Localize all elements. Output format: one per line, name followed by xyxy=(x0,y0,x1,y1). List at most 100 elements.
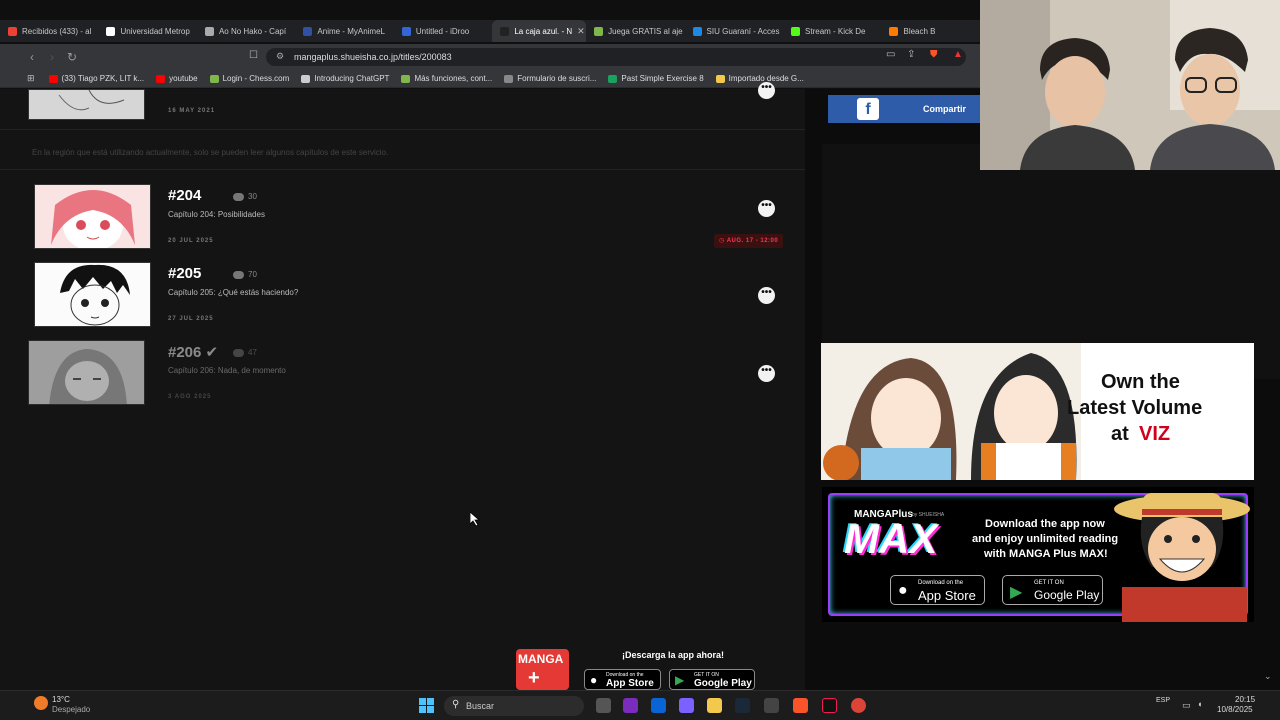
manga-app-logo[interactable]: MANGA + xyxy=(516,649,569,690)
region-notice: En la región que está utilizando actualm… xyxy=(32,148,389,157)
tab-favicon-icon xyxy=(594,26,604,36)
outlook-icon[interactable] xyxy=(651,698,666,713)
clock-icon: ◷ xyxy=(719,238,725,244)
weather-icon[interactable] xyxy=(34,696,48,710)
weather-temp[interactable]: 13°C xyxy=(52,695,70,704)
chapter-title[interactable]: Capítulo 205: ¿Qué estás haciendo? xyxy=(168,288,298,297)
tiktok-icon[interactable] xyxy=(822,698,837,713)
bookmark-item[interactable]: (33) Tiago PZK, LIT k... xyxy=(48,74,144,83)
divider xyxy=(0,129,805,130)
plus-icon: + xyxy=(528,667,540,689)
bookmark-item[interactable]: youtube xyxy=(156,74,198,83)
steam-icon[interactable] xyxy=(735,698,750,713)
site-info-icon[interactable]: ⚙ xyxy=(276,51,284,62)
browser-tab[interactable]: Recibidos (433) - al xyxy=(0,20,98,42)
bookmark-label: Past Simple Exercise 8 xyxy=(621,74,704,83)
browser-tab[interactable]: Ao No Hako - Capí xyxy=(197,20,295,42)
chapter-number[interactable]: #206 ✔ xyxy=(168,343,218,361)
url-input[interactable]: ⚙ mangaplus.shueisha.co.jp/titles/200083 xyxy=(266,48,966,66)
weather-text[interactable]: Despejado xyxy=(52,705,90,714)
browser-tab[interactable]: SIU Guaraní - Acces xyxy=(685,20,783,42)
windows-start-icon[interactable] xyxy=(419,698,434,713)
clock-date[interactable]: 10/8/2025 xyxy=(1217,705,1253,714)
chapter-number[interactable]: #204 xyxy=(168,187,201,204)
language-indicator[interactable]: ESP xyxy=(1156,697,1170,704)
forward-icon[interactable]: › xyxy=(42,50,62,64)
share-page-icon[interactable]: ⇪ xyxy=(907,49,915,60)
chapter-thumbnail[interactable] xyxy=(28,89,145,120)
tab-label: Untitled - iDroo xyxy=(415,26,470,36)
bookmark-item[interactable]: Más funciones, cont... xyxy=(401,74,492,83)
bookmarks-bar: ⊞ (33) Tiago PZK, LIT k... youtube Login -… xyxy=(0,70,980,88)
cast-icon[interactable]: ▭ xyxy=(886,49,895,60)
tab-label: Anime - MyAnimeL xyxy=(317,26,385,36)
chapter-number[interactable]: #205 xyxy=(168,265,201,282)
apple-icon: ● xyxy=(590,673,598,687)
brave-shield-icon[interactable]: ⛊ xyxy=(930,49,938,60)
chapter-thumbnail[interactable] xyxy=(34,184,151,249)
bookmark-item[interactable]: Formulario de suscri... xyxy=(504,74,596,83)
chrome-icon[interactable] xyxy=(851,698,866,713)
chapter-title[interactable]: Capítulo 206: Nada, de momento xyxy=(168,366,286,375)
more-options-icon[interactable]: ••• xyxy=(758,287,775,304)
network-icon[interactable]: ▭ xyxy=(1182,700,1191,711)
read-check-icon: ✔ xyxy=(205,344,219,361)
scroll-down-icon[interactable]: ⌄ xyxy=(1264,671,1272,682)
bookmark-favicon-icon xyxy=(504,74,514,83)
clock-time[interactable]: 20:15 xyxy=(1235,695,1255,704)
browser-tab[interactable]: Bleach B xyxy=(881,20,979,42)
bookmark-item[interactable]: Past Simple Exercise 8 xyxy=(608,74,704,83)
max-google-play-button[interactable]: ▶ GET IT ON Google Play xyxy=(1002,575,1103,605)
file-explorer-icon[interactable] xyxy=(707,698,722,713)
browser-tab[interactable]: Untitled - iDroo xyxy=(394,20,492,42)
comment-count[interactable]: 70 xyxy=(233,270,257,279)
bookmark-item[interactable]: Login - Chess.com xyxy=(209,74,289,83)
luffy-illustration xyxy=(1114,493,1250,622)
volume-icon[interactable]: ◖ xyxy=(1197,699,1202,709)
store-icon[interactable] xyxy=(764,698,779,713)
chapter-title[interactable]: Capítulo 204: Posibilidades xyxy=(168,210,265,219)
chapter-date: 16 MAY 2021 xyxy=(168,108,216,114)
tab-favicon-icon xyxy=(8,26,17,36)
comment-count[interactable]: 47 xyxy=(233,348,257,357)
reload-icon[interactable]: ↻ xyxy=(62,50,82,64)
bookmark-star-icon[interactable]: ☐ xyxy=(249,50,258,61)
browser-tab[interactable]: Juega GRATIS al aje xyxy=(586,20,684,42)
bookmark-favicon-icon xyxy=(608,74,618,83)
manga-plus-max-ad-banner[interactable]: MANGAPlus by SHUEISHA MAX Download the a… xyxy=(822,487,1254,622)
comment-count[interactable]: 30 xyxy=(233,192,257,201)
bookmark-item[interactable]: Importado desde G... xyxy=(715,74,804,83)
browser-tab[interactable]: Stream - Kick De xyxy=(783,20,881,42)
task-view-icon[interactable] xyxy=(596,698,611,713)
chapter-thumbnail[interactable] xyxy=(34,262,151,327)
viz-ad-banner[interactable]: Own the Latest Volume at VIZ xyxy=(821,343,1254,480)
bookmark-item[interactable]: Introducing ChatGPT xyxy=(301,74,389,83)
google-play-button[interactable]: ▶ GET IT ON Google Play xyxy=(669,669,755,690)
facebook-icon: f xyxy=(857,98,879,120)
tab-favicon-icon xyxy=(692,26,702,36)
viz-logo: VIZ xyxy=(1139,423,1171,445)
tab-bar: Recibidos (433) - al Universidad Metrop Ao… xyxy=(0,20,980,42)
chapter-date: 3 AGO 2025 xyxy=(168,394,212,400)
copilot-icon[interactable] xyxy=(679,698,694,713)
more-options-icon[interactable]: ••• xyxy=(758,200,775,217)
apps-grid-icon[interactable]: ⊞ xyxy=(27,73,35,84)
app-store-button[interactable]: ● Download on the App Store xyxy=(584,669,661,690)
tab-favicon-icon xyxy=(401,26,411,36)
max-app-store-button[interactable]: ● Download on the App Store xyxy=(890,575,985,605)
app-icon[interactable] xyxy=(623,698,638,713)
browser-tab[interactable]: La caja azul. - N ✕ xyxy=(492,20,587,42)
browser-tab[interactable]: Anime - MyAnimeL xyxy=(295,20,393,42)
share-facebook-button[interactable]: f Compartir xyxy=(828,95,980,123)
chapter-thumbnail[interactable] xyxy=(28,340,145,405)
brave-rewards-icon[interactable]: ▲ xyxy=(953,49,963,60)
url-text: mangaplus.shueisha.co.jp/titles/200083 xyxy=(294,52,452,62)
browser-tab[interactable]: Universidad Metrop xyxy=(98,20,196,42)
more-options-icon[interactable]: ••• xyxy=(758,365,775,382)
close-tab-icon[interactable]: ✕ xyxy=(577,26,585,37)
google-play-icon: ▶ xyxy=(675,673,685,687)
taskbar-search[interactable]: ⚲ Buscar xyxy=(444,696,584,716)
more-options-icon[interactable]: ••• xyxy=(758,82,775,99)
brave-icon[interactable] xyxy=(793,698,808,713)
back-icon[interactable]: ‹ xyxy=(22,50,42,64)
